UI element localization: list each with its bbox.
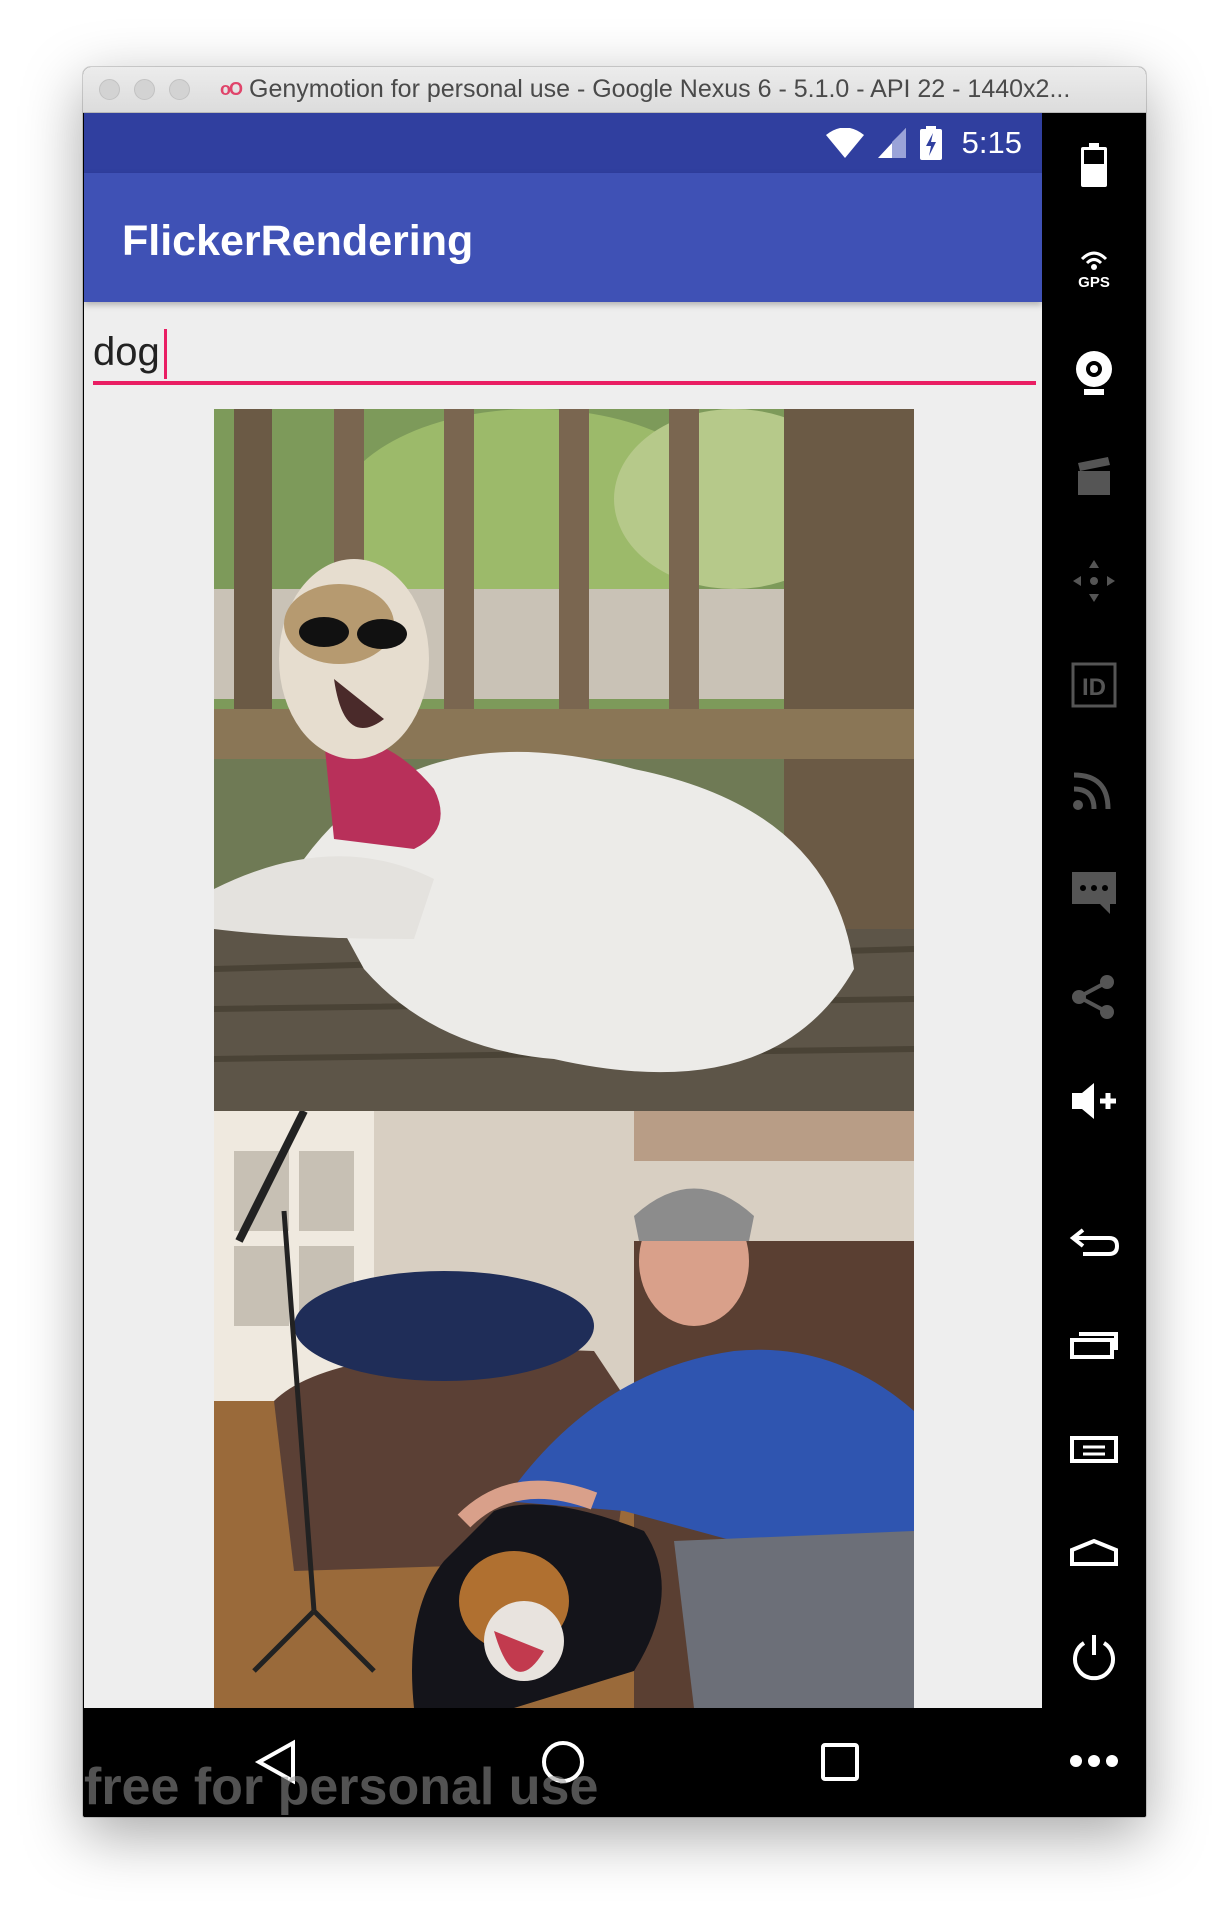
- status-clock: 5:15: [961, 125, 1022, 160]
- window-titlebar[interactable]: oO Genymotion for personal use - Google …: [83, 67, 1146, 113]
- menu-icon[interactable]: [1062, 1417, 1126, 1481]
- screencast-icon[interactable]: [1062, 445, 1126, 509]
- photo-dog-sunglasses[interactable]: [214, 409, 914, 1111]
- window-title: oO Genymotion for personal use - Google …: [220, 75, 1120, 104]
- network-icon[interactable]: [1062, 757, 1126, 821]
- volume-down-icon[interactable]: [1062, 1209, 1126, 1273]
- status-bar: 5:15: [84, 113, 1042, 173]
- power-icon[interactable]: [1062, 1625, 1126, 1689]
- window-title-text: Genymotion for personal use - Google Nex…: [249, 75, 1071, 103]
- zoom-window-button[interactable]: [169, 79, 190, 100]
- move-icon[interactable]: [1062, 549, 1126, 613]
- android-screen: 5:15 FlickerRendering: [84, 113, 1042, 1708]
- webcam-icon[interactable]: [1062, 341, 1126, 405]
- close-window-button[interactable]: [99, 79, 120, 100]
- photo-man-with-dog[interactable]: [214, 1111, 914, 1708]
- emulator-window: oO Genymotion for personal use - Google …: [83, 67, 1146, 1817]
- search-input[interactable]: [93, 323, 1036, 385]
- app-title: FlickerRendering: [122, 217, 474, 265]
- back-icon[interactable]: [244, 1730, 308, 1794]
- wifi-icon: [825, 128, 864, 158]
- minimize-window-button[interactable]: [134, 79, 155, 100]
- more-icon[interactable]: [1062, 1729, 1126, 1793]
- gps-icon[interactable]: GPS: [1062, 237, 1126, 301]
- window-controls: [99, 79, 190, 100]
- home-icon[interactable]: [531, 1730, 595, 1794]
- device-id-label: ID: [1082, 674, 1106, 701]
- device-id-icon[interactable]: ID: [1062, 653, 1126, 717]
- share-icon[interactable]: [1062, 965, 1126, 1029]
- volume-up-icon[interactable]: [1062, 1069, 1126, 1133]
- battery-icon[interactable]: [1062, 133, 1126, 197]
- cell-signal-icon: [877, 128, 906, 158]
- recent-apps-icon[interactable]: [1062, 1313, 1126, 1377]
- battery-charging-icon: [919, 126, 942, 160]
- sms-icon[interactable]: [1062, 861, 1126, 925]
- home-screen-icon[interactable]: [1062, 1521, 1126, 1585]
- app-toolbar: FlickerRendering: [84, 173, 1042, 302]
- genymotion-side-panel: GPS ID: [1042, 113, 1146, 1817]
- text-cursor: [164, 329, 167, 379]
- android-nav-bar: [84, 1708, 1042, 1817]
- genymotion-logo-icon: oO: [220, 79, 243, 99]
- gps-label: GPS: [1078, 274, 1110, 291]
- recents-icon[interactable]: [808, 1730, 872, 1794]
